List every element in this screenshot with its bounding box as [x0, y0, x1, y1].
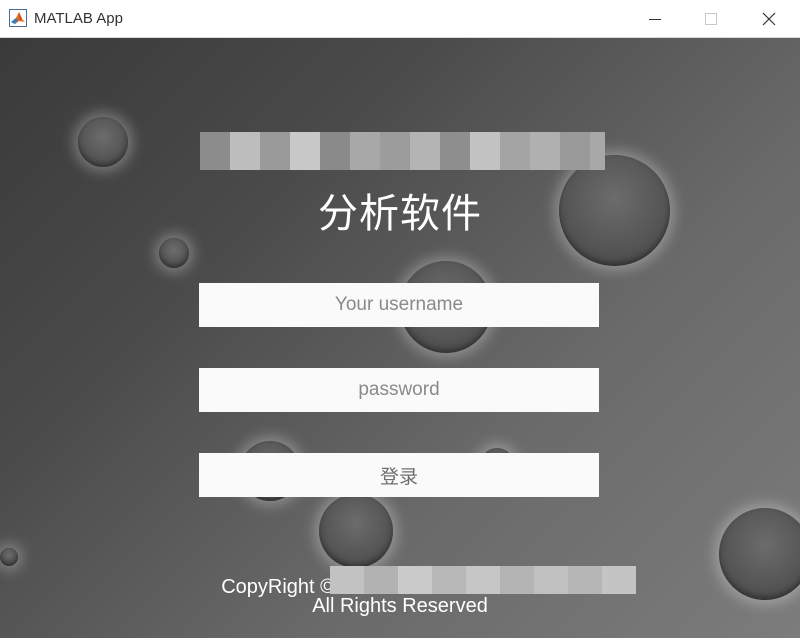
bubble-decoration: [159, 238, 189, 268]
maximize-button[interactable]: [688, 0, 734, 38]
password-input[interactable]: [199, 368, 599, 412]
bubble-decoration: [78, 117, 128, 167]
username-input[interactable]: [199, 283, 599, 327]
matlab-logo-icon: [9, 9, 27, 27]
bubble-decoration: [319, 494, 393, 568]
rights-text: All Rights Reserved: [312, 595, 488, 617]
redacted-heading: [200, 132, 605, 170]
minimize-button[interactable]: [632, 0, 678, 38]
close-icon: [762, 12, 776, 26]
window-titlebar: MATLAB App: [0, 0, 800, 38]
window-title: MATLAB App: [34, 10, 123, 27]
redacted-copyright: [330, 566, 636, 594]
close-button[interactable]: [746, 0, 792, 38]
login-background: 分析软件 登录 CopyRight © 202 All Rights Reser…: [0, 38, 800, 638]
minimize-icon: [649, 19, 661, 20]
login-button[interactable]: 登录: [199, 453, 599, 497]
bubble-decoration: [0, 548, 18, 566]
app-title: 分析软件: [318, 191, 482, 237]
maximize-icon: [705, 13, 717, 25]
